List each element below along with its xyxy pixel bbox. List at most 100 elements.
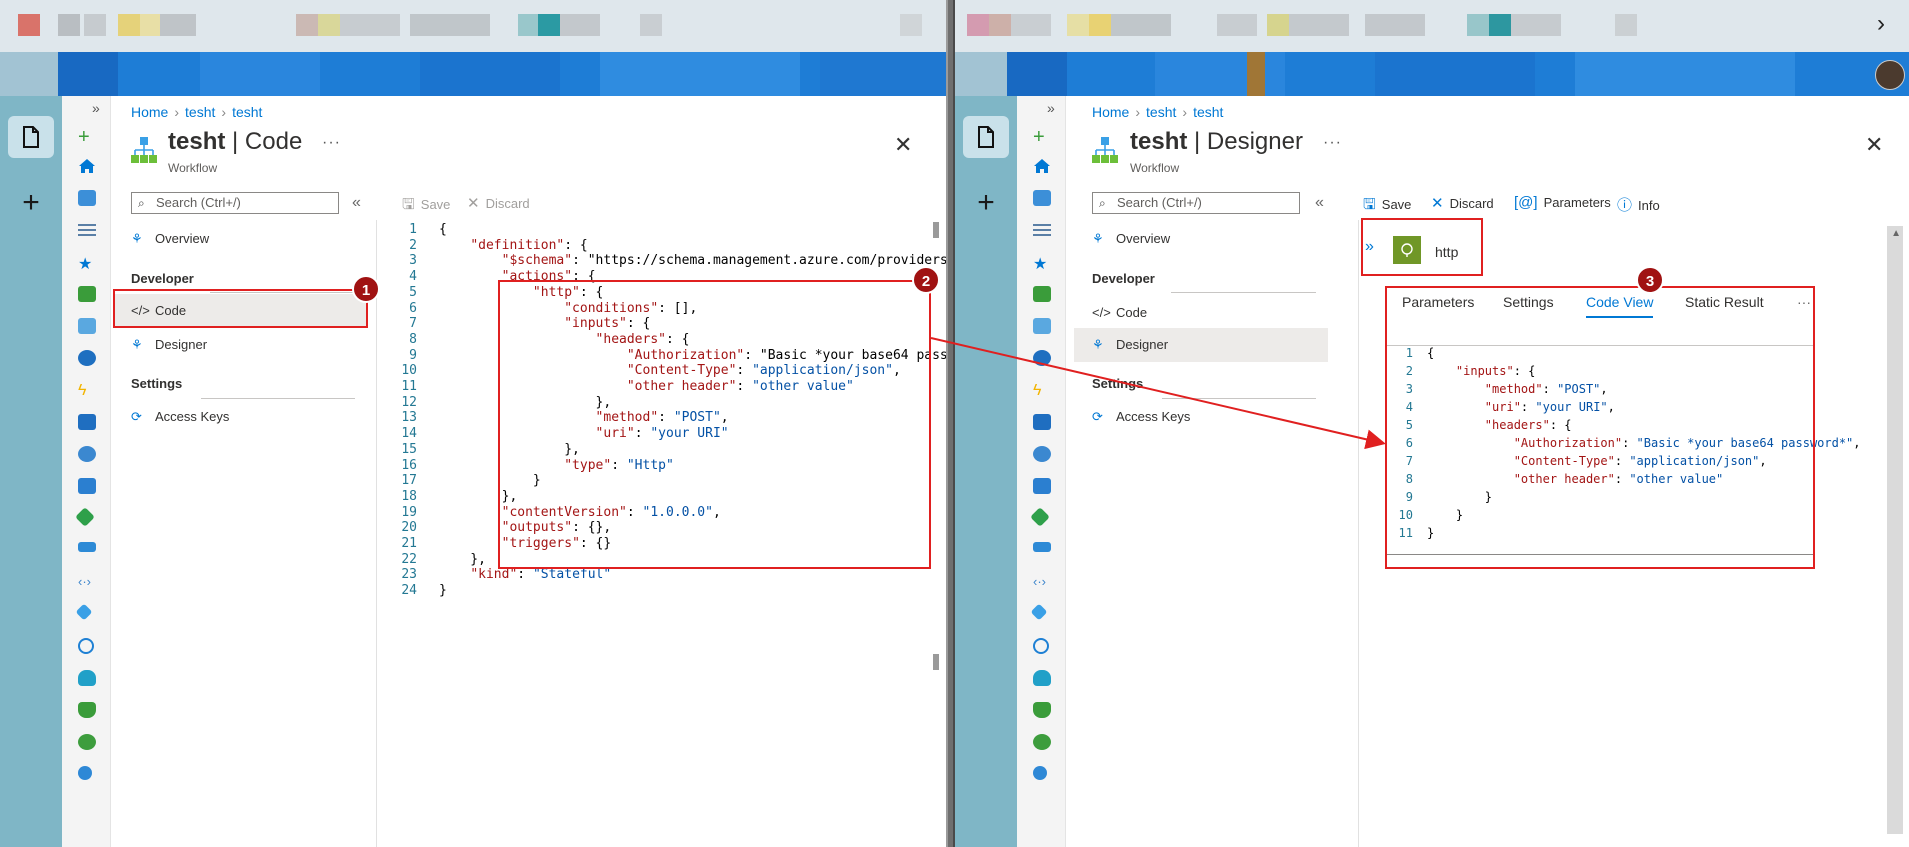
search-input[interactable]: ⌕ Search (Ctrl+/)	[131, 192, 339, 214]
help-support-icon[interactable]	[78, 766, 92, 780]
breadcrumb-tesht-1[interactable]: tesht	[1146, 104, 1176, 120]
cosmos-db-icon[interactable]	[78, 446, 96, 462]
workflow-icon	[1092, 136, 1118, 166]
function-app-icon[interactable]: ϟ	[1033, 382, 1051, 399]
document-icon[interactable]	[963, 116, 1009, 158]
window-divider[interactable]	[946, 0, 955, 847]
editor-scrollbar[interactable]	[933, 222, 939, 238]
help-support-icon[interactable]	[1033, 766, 1047, 780]
resource-groups-icon[interactable]	[1033, 318, 1051, 334]
all-services-icon[interactable]	[78, 222, 96, 238]
document-icon[interactable]	[8, 116, 54, 158]
app-services-icon[interactable]	[1033, 350, 1051, 366]
breadcrumb: Home › tesht › tesht	[1092, 104, 1224, 120]
discard-button[interactable]: ✕ Discard	[1431, 194, 1494, 212]
active-directory-icon[interactable]	[75, 603, 93, 621]
info-button[interactable]: ⓘ Info	[1617, 194, 1660, 215]
create-icon[interactable]: +	[1033, 126, 1051, 148]
search-icon: ⌕	[138, 196, 145, 210]
chevron-right-icon[interactable]: ›	[1877, 10, 1885, 38]
home-icon[interactable]	[1033, 158, 1051, 174]
advisor-icon[interactable]	[78, 670, 96, 686]
collapse-menu-icon[interactable]: «	[352, 194, 361, 212]
monitor-icon[interactable]	[1033, 638, 1049, 654]
virtual-machine-icon[interactable]	[78, 478, 96, 494]
storage-icon[interactable]	[78, 542, 96, 552]
menu-item-code[interactable]: </> Code	[1074, 296, 1328, 330]
scroll-up-icon[interactable]: ▲	[1891, 228, 1901, 239]
dashboard-icon[interactable]	[78, 190, 96, 206]
menu-item-access-keys[interactable]: ⟳ Access Keys	[1074, 400, 1328, 434]
info-icon: ⓘ	[1617, 197, 1633, 214]
close-icon[interactable]: ✕	[894, 132, 912, 158]
parameters-button[interactable]: [@] Parameters	[1514, 194, 1611, 211]
breadcrumb-home[interactable]: Home	[131, 104, 168, 120]
menu-item-overview[interactable]: ⚘ Overview	[1074, 222, 1328, 256]
advisor-icon[interactable]	[1033, 670, 1051, 686]
add-icon[interactable]: +	[967, 186, 1005, 219]
security-center-icon[interactable]	[1033, 702, 1051, 718]
more-options-icon[interactable]: ···	[1323, 134, 1342, 152]
code-line[interactable]: 24}	[377, 581, 446, 600]
home-icon[interactable]	[78, 158, 96, 174]
workflow-icon	[131, 136, 157, 166]
virtual-network-icon[interactable]: ‹·›	[78, 574, 96, 590]
browser-tab-strip-blurred: ›	[955, 0, 1909, 52]
editor-scrollbar-thumb[interactable]	[933, 654, 939, 670]
annotation-badge-2: 2	[912, 266, 940, 294]
app-services-icon[interactable]	[78, 350, 96, 366]
favorites-star-icon[interactable]: ★	[78, 254, 96, 273]
menu-item-overview[interactable]: ⚘ Overview	[113, 222, 367, 256]
resources-grid-icon[interactable]	[78, 286, 96, 302]
security-center-icon[interactable]	[78, 702, 96, 718]
load-balancer-icon[interactable]	[75, 507, 95, 527]
cost-management-icon[interactable]	[1033, 734, 1051, 750]
expand-chevron-icon[interactable]: »	[92, 100, 100, 116]
sql-icon[interactable]	[78, 414, 96, 430]
breadcrumb-tesht-1[interactable]: tesht	[185, 104, 215, 120]
collapse-menu-icon[interactable]: «	[1315, 194, 1324, 212]
resources-grid-icon[interactable]	[1033, 286, 1051, 302]
expand-chevron-icon[interactable]: »	[1047, 100, 1055, 116]
page-subtitle: Workflow	[1130, 161, 1180, 175]
breadcrumb-home[interactable]: Home	[1092, 104, 1129, 120]
all-services-icon[interactable]	[1033, 222, 1051, 238]
portal-top-bar-blurred	[0, 52, 946, 96]
canvas-scrollbar[interactable]	[1887, 226, 1903, 834]
close-icon[interactable]: ✕	[1865, 132, 1883, 158]
cost-management-icon[interactable]	[78, 734, 96, 750]
menu-item-designer[interactable]: ⚘ Designer	[113, 328, 367, 362]
virtual-network-icon[interactable]: ‹·›	[1033, 574, 1051, 590]
save-button[interactable]: 🖫 Save	[1363, 194, 1411, 219]
more-options-icon[interactable]: ···	[322, 134, 341, 152]
menu-item-designer[interactable]: ⚘ Designer	[1074, 328, 1328, 362]
active-directory-icon[interactable]	[1030, 603, 1048, 621]
service-icon-rail: » + ★ ϟ ‹·›	[1017, 96, 1066, 847]
dashboard-icon[interactable]	[1033, 190, 1051, 206]
avatar[interactable]	[1875, 60, 1905, 90]
virtual-machine-icon[interactable]	[1033, 478, 1051, 494]
browser-tab-strip-blurred	[0, 0, 946, 52]
load-balancer-icon[interactable]	[1030, 507, 1050, 527]
menu-item-access-keys[interactable]: ⟳ Access Keys	[113, 400, 367, 434]
cosmos-db-icon[interactable]	[1033, 446, 1051, 462]
save-button[interactable]: 🖫 Save	[402, 194, 450, 219]
monitor-icon[interactable]	[78, 638, 94, 654]
create-icon[interactable]: +	[78, 126, 96, 148]
breadcrumb-tesht-2[interactable]: tesht	[1193, 104, 1223, 120]
portal-left-rail: +	[0, 96, 62, 847]
code-icon: </>	[1092, 305, 1111, 320]
overview-icon: ⚘	[131, 231, 143, 246]
page-title: tesht | Code	[168, 128, 303, 155]
annotation-badge-3: 3	[1636, 266, 1664, 294]
search-input[interactable]: ⌕ Search (Ctrl+/)	[1092, 192, 1300, 214]
discard-button[interactable]: ✕ Discard	[467, 194, 530, 212]
storage-icon[interactable]	[1033, 542, 1051, 552]
breadcrumb-tesht-2[interactable]: tesht	[232, 104, 262, 120]
add-icon[interactable]: +	[12, 186, 50, 219]
resource-groups-icon[interactable]	[78, 318, 96, 334]
favorites-star-icon[interactable]: ★	[1033, 254, 1051, 273]
sql-icon[interactable]	[1033, 414, 1051, 430]
annotation-box-actions	[498, 280, 931, 569]
function-app-icon[interactable]: ϟ	[78, 382, 96, 399]
